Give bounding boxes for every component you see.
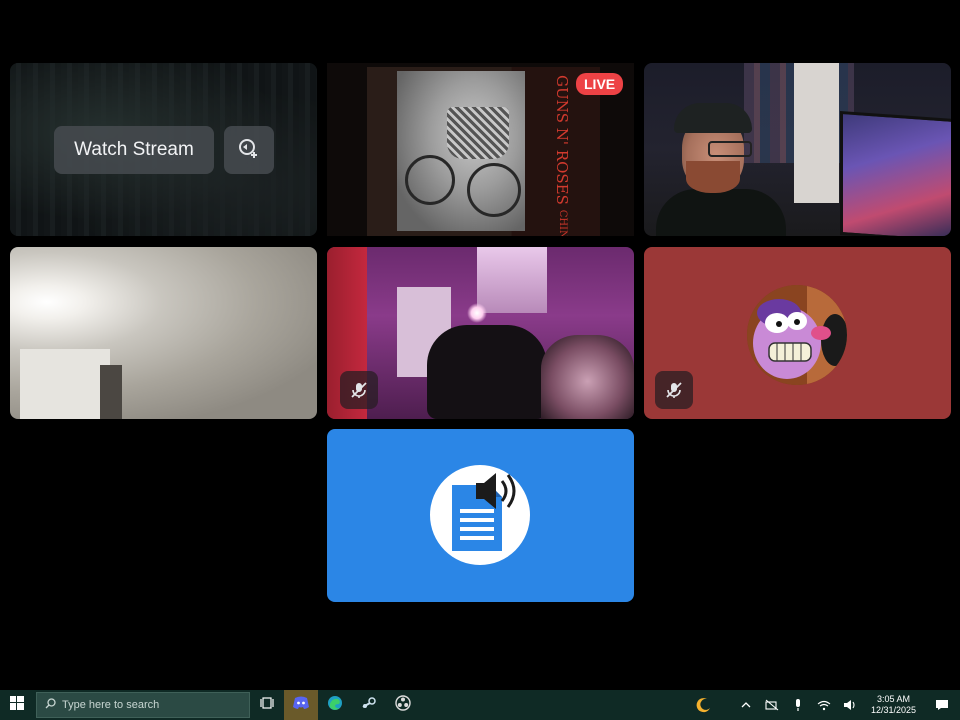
- obs-icon: [395, 694, 411, 716]
- video-tile-webcam-1[interactable]: [644, 63, 951, 236]
- bicycle-wheel: [467, 163, 521, 217]
- task-view-button[interactable]: [250, 690, 284, 720]
- doorway: [100, 365, 122, 419]
- taskbar-steam[interactable]: [352, 690, 386, 720]
- taskbar-discord[interactable]: [284, 690, 318, 720]
- start-button[interactable]: [0, 690, 34, 720]
- album-band: GUNS N' ROSES: [553, 75, 571, 205]
- wifi-icon[interactable]: [811, 690, 837, 720]
- system-tray: 3:05 AM 12/31/2025: [691, 690, 960, 720]
- album-photo: [397, 71, 525, 231]
- popout-icon: [236, 135, 262, 166]
- notification-icon[interactable]: [924, 690, 960, 720]
- moon-icon[interactable]: [691, 690, 717, 720]
- microphone-icon[interactable]: [785, 690, 811, 720]
- participant-video: [541, 335, 634, 419]
- stream-tile[interactable]: Watch Stream: [10, 63, 317, 236]
- album-cover: GUNS N' ROSES CHINESE DEMOCRACY: [367, 67, 600, 236]
- discord-icon: [292, 696, 310, 715]
- avatar-tile[interactable]: [644, 247, 951, 419]
- bicycle-wheel: [405, 155, 455, 205]
- avatar: [747, 285, 847, 385]
- muted-mic-icon: [340, 371, 378, 409]
- taskbar: Type here to search 3:05 AM 12/31/2025: [0, 690, 960, 720]
- taskbar-search-input[interactable]: Type here to search: [36, 692, 250, 718]
- watch-stream-button[interactable]: Watch Stream: [54, 126, 214, 174]
- taskbar-clock[interactable]: 3:05 AM 12/31/2025: [863, 694, 924, 716]
- clock-date: 12/31/2025: [870, 705, 916, 715]
- windows-icon: [10, 695, 24, 715]
- wall: [20, 349, 110, 419]
- chevron-up-icon[interactable]: [733, 690, 759, 720]
- monitor: [840, 110, 951, 236]
- live-stream-tile[interactable]: GUNS N' ROSES CHINESE DEMOCRACY LIVE: [327, 63, 634, 236]
- watch-stream-label: Watch Stream: [74, 139, 194, 160]
- taskbar-edge[interactable]: [318, 690, 352, 720]
- live-badge: LIVE: [576, 73, 624, 95]
- search-placeholder: Type here to search: [62, 699, 160, 711]
- document-speaker-icon: [452, 473, 516, 551]
- video-tile-webcam-2[interactable]: [10, 247, 317, 419]
- album-title: CHINESE DEMOCRACY: [557, 210, 568, 236]
- popout-stream-button[interactable]: [224, 126, 274, 174]
- muted-mic-icon: [655, 371, 693, 409]
- clock-time: 3:05 AM: [876, 694, 910, 704]
- tts-avatar: [430, 465, 530, 565]
- task-view-icon: [260, 696, 274, 714]
- volume-icon[interactable]: [837, 690, 863, 720]
- basket: [447, 107, 509, 159]
- edge-icon: [327, 695, 343, 716]
- search-icon: [45, 698, 62, 712]
- video-tile-webcam-3[interactable]: [327, 247, 634, 419]
- tts-bot-tile[interactable]: [327, 429, 634, 602]
- participant-video: [656, 103, 786, 236]
- door: [794, 63, 839, 203]
- steam-icon: [361, 696, 377, 715]
- album-title-text: GUNS N' ROSES CHINESE DEMOCRACY: [539, 75, 571, 236]
- network-off-icon[interactable]: [759, 690, 785, 720]
- call-grid: Watch Stream GUNS N' ROSES CHI: [0, 0, 960, 690]
- taskbar-obs[interactable]: [386, 690, 420, 720]
